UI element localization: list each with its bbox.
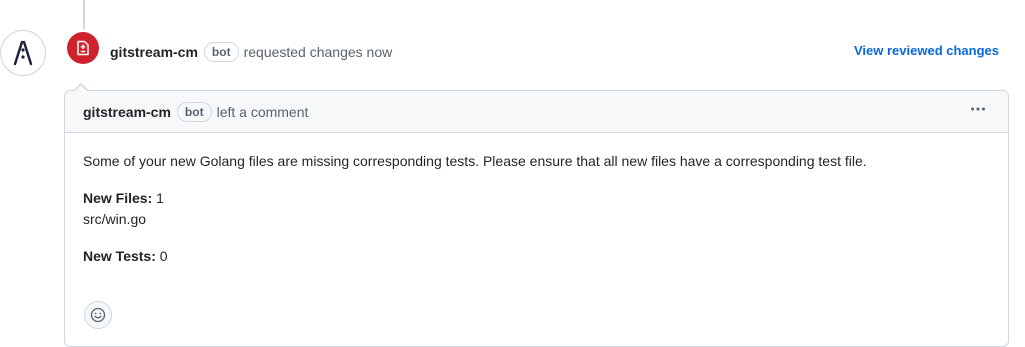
review-event: gitstream-cm bot requested changes now V… <box>110 41 1001 63</box>
comment-action-text: left a comment <box>216 103 309 120</box>
view-reviewed-changes-link[interactable]: View reviewed changes <box>854 43 999 58</box>
review-comment: gitstream-cm bot left a comment Some of … <box>64 83 1009 347</box>
comment-header: gitstream-cm bot left a comment <box>65 83 1008 133</box>
comment-bot-badge: bot <box>176 101 212 122</box>
comment-body: Some of your new Golang files are missin… <box>65 133 1008 267</box>
bot-badge: bot <box>203 42 239 62</box>
add-reaction-button[interactable] <box>84 301 112 329</box>
smiley-icon <box>90 307 106 323</box>
comment-author[interactable]: gitstream-cm <box>83 104 171 120</box>
avatar[interactable] <box>0 30 46 76</box>
file-path: src/win.go <box>83 211 147 227</box>
new-files-label: New Files: <box>83 190 153 206</box>
new-tests-value: 0 <box>155 248 168 264</box>
event-author[interactable]: gitstream-cm <box>110 44 198 60</box>
file-diff-icon <box>77 40 89 56</box>
new-files-value: 1 <box>152 190 164 206</box>
new-tests-label: New Tests: <box>83 248 156 264</box>
new-files-section: New Files: 1 src/win.go <box>83 188 990 230</box>
comment-intro: Some of your new Golang files are missin… <box>83 153 867 169</box>
changes-requested-badge <box>67 32 99 64</box>
kebab-horizontal-icon[interactable] <box>970 101 986 120</box>
event-action-text: requested changes now <box>243 44 393 60</box>
gitstream-logo-icon <box>13 40 33 66</box>
